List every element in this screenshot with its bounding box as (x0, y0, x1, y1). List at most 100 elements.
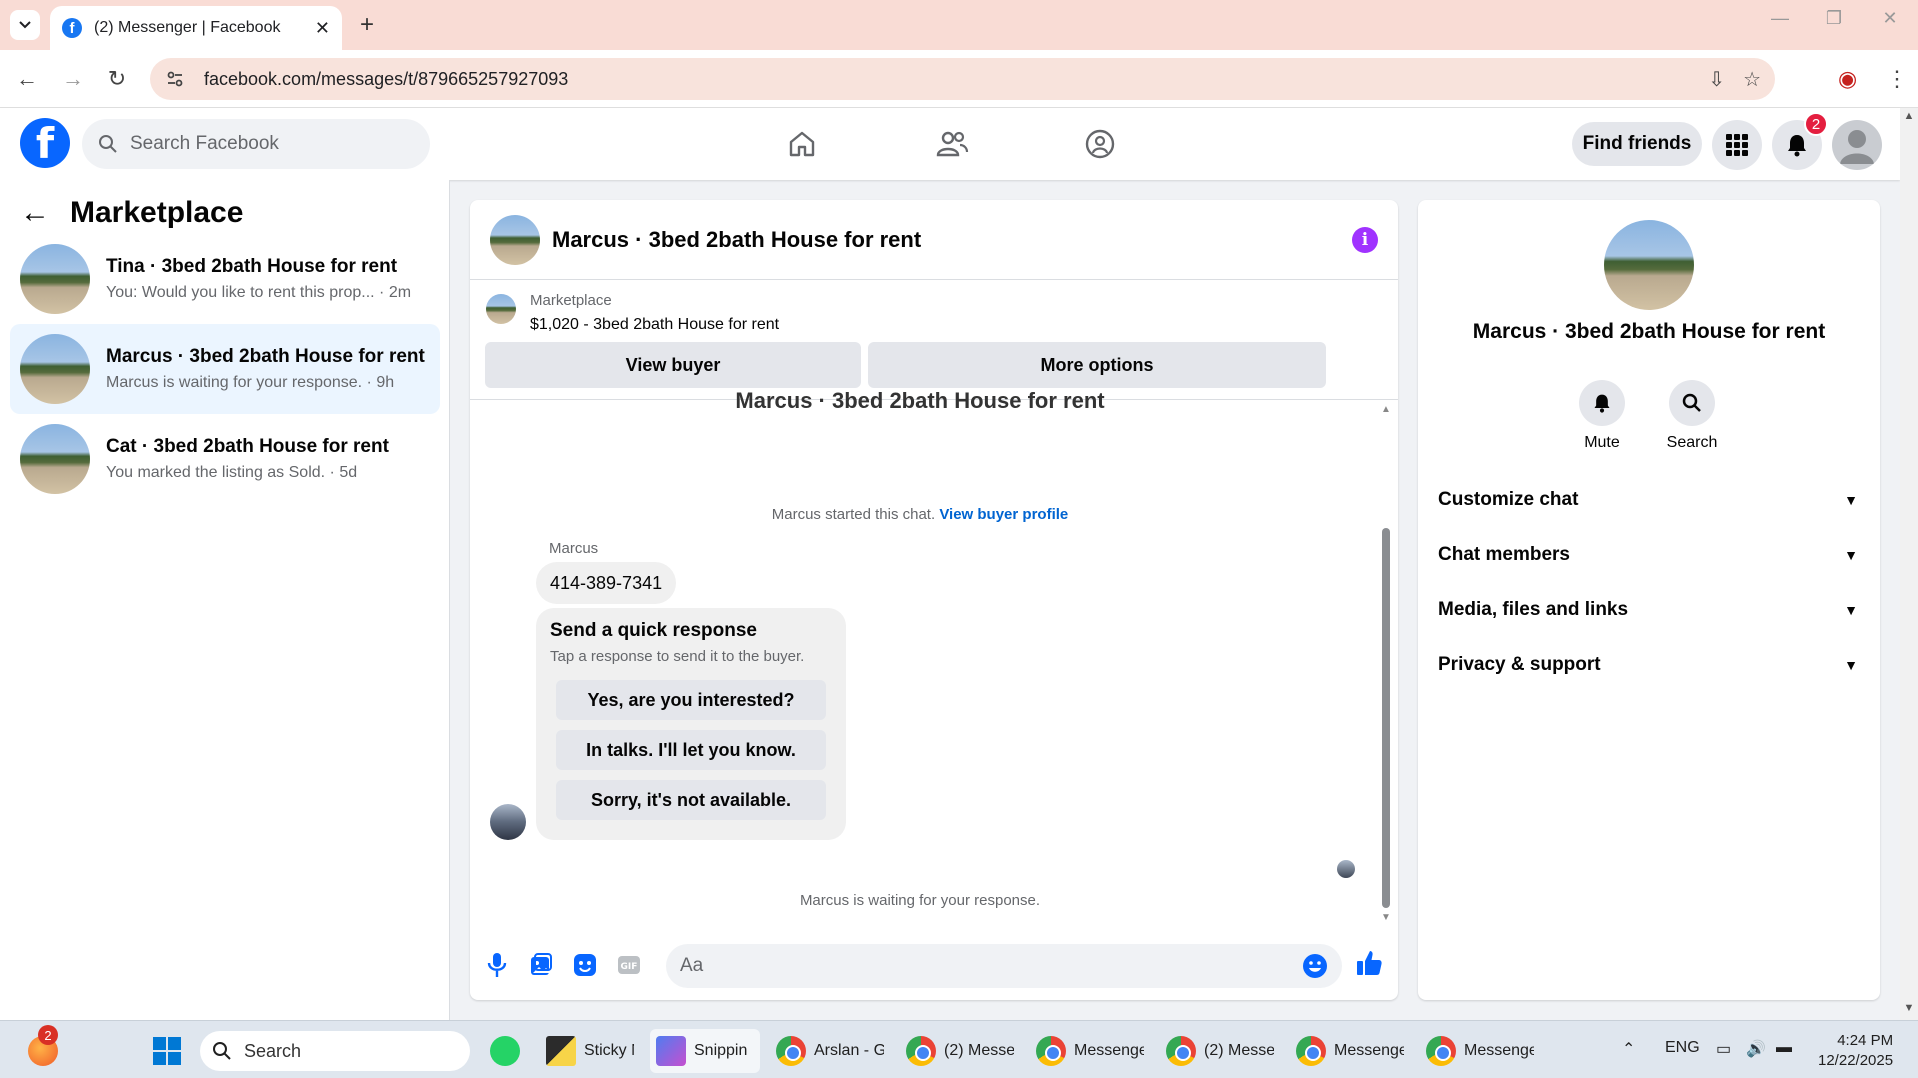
taskbar-chrome-window[interactable]: (2) Messe (1160, 1029, 1280, 1073)
chat-members-section[interactable]: Chat members ▼ (1438, 535, 1858, 575)
chrome-icon (906, 1036, 936, 1066)
grid-menu-icon (1726, 134, 1748, 156)
view-buyer-profile-link[interactable]: View buyer profile (939, 506, 1068, 523)
chat-panel: Marcus · 3bed 2bath House for rent i Mar… (470, 200, 1398, 1000)
display-icon[interactable]: ▭ (1716, 1039, 1731, 1059)
thread-scrollbar[interactable]: ▲ ▼ (1380, 404, 1392, 923)
voice-clip-button[interactable] (484, 952, 510, 978)
tab-close-icon[interactable]: ✕ (315, 18, 330, 39)
scroll-up-arrow-icon[interactable]: ▲ (1900, 110, 1918, 122)
clock-date: 12/22/2025 (1818, 1052, 1894, 1069)
sidebar-title: Marketplace (70, 196, 244, 229)
message-input[interactable]: Aa (666, 944, 1342, 988)
quick-response-title: Send a quick response (550, 620, 757, 641)
windows-logo-icon (153, 1037, 181, 1065)
facebook-logo-icon[interactable]: f (20, 118, 70, 168)
home-nav-button[interactable] (782, 124, 822, 164)
quick-response-option[interactable]: In talks. I'll let you know. (556, 730, 826, 770)
quick-response-option[interactable]: Sorry, it's not available. (556, 780, 826, 820)
conversation-item-cat[interactable]: Cat · 3bed 2bath House for rent You mark… (10, 414, 440, 504)
quick-response-card: Send a quick response Tap a response to … (536, 608, 846, 840)
scroll-up-arrow-icon[interactable]: ▲ (1380, 404, 1392, 415)
browser-tab-active[interactable]: f (2) Messenger | Facebook ✕ (50, 6, 342, 50)
chat-started-text: Marcus started this chat. (771, 506, 936, 523)
details-listing-photo (1604, 220, 1694, 310)
groups-nav-button[interactable] (1080, 124, 1120, 164)
privacy-support-section[interactable]: Privacy & support ▼ (1438, 645, 1858, 685)
conversation-item-tina[interactable]: Tina · 3bed 2bath House for rent You: Wo… (10, 234, 440, 324)
conversation-preview: You marked the listing as Sold. · 5d (106, 464, 358, 481)
taskbar-chrome-window[interactable]: Messenge (1420, 1029, 1540, 1073)
attach-photo-button[interactable] (528, 952, 554, 978)
info-icon[interactable]: i (1352, 226, 1378, 253)
battery-icon[interactable]: ▬ (1776, 1039, 1792, 1057)
taskbar-chrome-window[interactable]: (2) Messe (900, 1029, 1020, 1073)
browser-menu-icon[interactable]: ⋮ (1886, 66, 1908, 92)
forward-button[interactable]: → (58, 64, 88, 94)
quick-response-option[interactable]: Yes, are you interested? (556, 680, 826, 720)
scrollbar-thumb[interactable] (1382, 528, 1390, 908)
mute-button[interactable] (1579, 380, 1625, 426)
restore-button[interactable]: ❐ (1814, 8, 1854, 29)
page-scrollbar[interactable]: ▲ ▼ (1900, 108, 1918, 1020)
address-bar[interactable]: facebook.com/messages/t/879665257927093 … (150, 58, 1775, 100)
new-tab-button[interactable]: + (352, 10, 382, 40)
menu-button[interactable] (1712, 120, 1762, 170)
install-app-icon[interactable]: ⇩ (1708, 67, 1725, 92)
listing-price[interactable]: $1,020 - 3bed 2bath House for rent (530, 316, 779, 334)
language-indicator[interactable]: ENG (1665, 1039, 1700, 1057)
sender-avatar[interactable] (490, 804, 526, 840)
taskbar-sticky-notes[interactable]: Sticky N (540, 1029, 640, 1073)
back-button[interactable]: ← (12, 64, 42, 94)
thread-title-partial: Marcus · 3bed 2bath House for rent (735, 388, 1105, 413)
taskbar-clock[interactable]: 4:24 PM 12/22/2025 (1818, 1031, 1893, 1071)
back-arrow-icon[interactable]: ← (20, 196, 50, 230)
media-files-links-section[interactable]: Media, files and links ▼ (1438, 590, 1858, 630)
friends-nav-button[interactable] (932, 124, 972, 164)
tray-overflow-icon[interactable]: ⌃ (1622, 1039, 1635, 1059)
sticker-icon (574, 954, 596, 976)
conversation-item-marcus[interactable]: Marcus · 3bed 2bath House for rent Marcu… (10, 324, 440, 414)
find-friends-button[interactable]: Find friends (1572, 122, 1702, 166)
section-label: Customize chat (1438, 489, 1579, 510)
mute-action[interactable]: Mute (1562, 380, 1642, 452)
close-window-button[interactable]: ✕ (1870, 8, 1910, 29)
sticker-button[interactable] (572, 952, 598, 978)
profile-icon[interactable]: ◉ (1838, 66, 1857, 92)
taskbar-app-label: Messenge (1334, 1042, 1404, 1059)
like-button[interactable] (1354, 948, 1384, 978)
conversation-name: Marcus · 3bed 2bath House for rent (106, 346, 425, 367)
volume-icon[interactable]: 🔊 (1746, 1039, 1766, 1059)
search-in-chat-button[interactable] (1669, 380, 1715, 426)
reload-button[interactable]: ↻ (102, 64, 132, 94)
search-action[interactable]: Search (1652, 380, 1732, 452)
view-buyer-button[interactable]: View buyer (485, 342, 861, 388)
tab-search-dropdown-button[interactable] (10, 10, 40, 40)
taskbar-chrome-window[interactable]: Messenge (1290, 1029, 1410, 1073)
taskbar-snipping-tool[interactable]: Snippin (650, 1029, 760, 1073)
chrome-icon (1036, 1036, 1066, 1066)
taskbar-chrome-window[interactable]: Messenge (1030, 1029, 1150, 1073)
taskbar-app-label: (2) Messe (944, 1042, 1014, 1059)
taskbar-search[interactable]: Search (200, 1031, 470, 1071)
bookmark-star-icon[interactable]: ☆ (1743, 67, 1761, 92)
site-info-icon[interactable] (164, 68, 186, 90)
customize-chat-section[interactable]: Customize chat ▼ (1438, 480, 1858, 520)
friends-icon (936, 131, 969, 157)
facebook-search-input[interactable]: Search Facebook (82, 119, 430, 169)
windows-taskbar: 2 Search Sticky N Snippin Arslan - G (2)… (0, 1020, 1918, 1078)
clock-time: 4:24 PM (1837, 1032, 1894, 1049)
home-icon (789, 131, 815, 157)
scroll-down-arrow-icon[interactable]: ▼ (1900, 1002, 1918, 1014)
taskbar-chrome-window[interactable]: Arslan - G (770, 1029, 890, 1073)
emoji-icon[interactable] (1302, 953, 1328, 979)
taskbar-whatsapp[interactable] (484, 1029, 534, 1073)
start-button[interactable] (146, 1029, 188, 1073)
gif-button[interactable]: GIF (616, 952, 642, 978)
more-options-button[interactable]: More options (868, 342, 1326, 388)
account-avatar[interactable] (1832, 120, 1882, 170)
minimize-button[interactable]: — (1760, 8, 1800, 29)
scroll-down-arrow-icon[interactable]: ▼ (1380, 912, 1392, 923)
sender-name: Marcus (549, 540, 599, 557)
message-bubble: 414-389-7341 (536, 562, 677, 604)
